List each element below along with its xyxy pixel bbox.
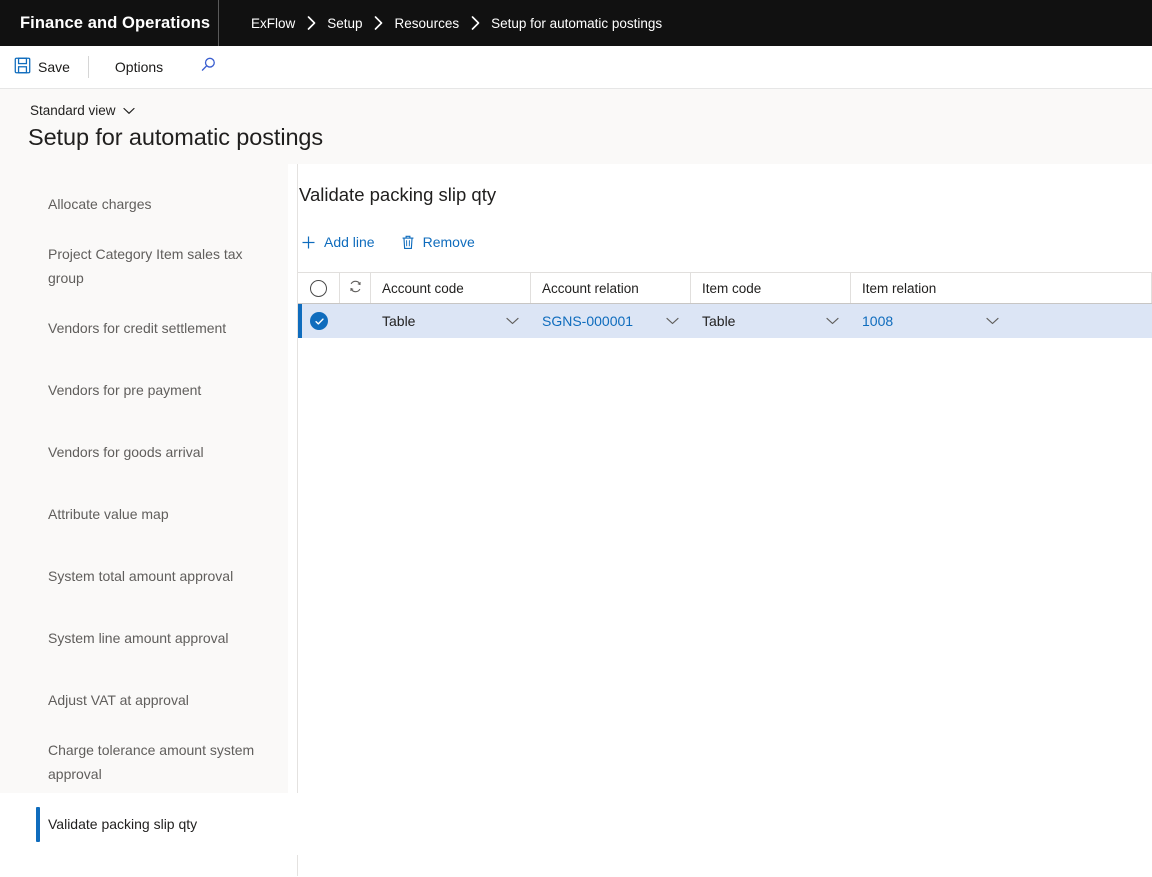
panel-title: Validate packing slip qty	[299, 184, 497, 205]
row-filler-cell	[1011, 304, 1152, 338]
sidebar-item-project-category-item-sales-tax-group[interactable]: Project Category Item sales tax group	[0, 235, 298, 297]
chevron-right-icon	[363, 16, 395, 30]
add-line-button[interactable]: Add line	[299, 230, 377, 254]
sidebar-item-label: Validate packing slip qty	[48, 815, 198, 832]
sidebar-item-label: Allocate charges	[48, 195, 152, 212]
cell-account-relation-value: SGNS-000001	[542, 313, 634, 329]
data-grid: Account code Account relation Item code …	[298, 272, 1152, 338]
select-all-circle-icon	[310, 279, 327, 297]
column-header-account-code[interactable]: Account code	[371, 273, 531, 303]
app-brand-title: Finance and Operations	[20, 14, 211, 32]
chevron-right-icon	[295, 16, 327, 30]
cell-item-code[interactable]: Table	[691, 304, 851, 338]
chevron-down-icon[interactable]	[666, 317, 679, 325]
sidebar-item-system-line-amount-approval[interactable]: System line amount approval	[0, 607, 298, 669]
grid-toolbar: Add line Remove	[299, 222, 1152, 262]
save-floppy-icon	[14, 57, 31, 77]
chevron-down-icon	[122, 103, 135, 118]
sidebar-item-label: Vendors for pre payment	[48, 381, 202, 398]
sidebar-item-label: Vendors for credit settlement	[48, 319, 227, 336]
sidebar-item-label: System line amount approval	[48, 629, 229, 646]
sidebar-item-adjust-vat-at-approval[interactable]: Adjust VAT at approval	[0, 669, 298, 731]
search-icon	[200, 56, 217, 78]
sidebar-list: Allocate charges Project Category Item s…	[0, 164, 298, 855]
page-title: Setup for automatic postings	[28, 124, 324, 150]
topbar-divider	[218, 0, 219, 46]
chevron-down-icon[interactable]	[826, 317, 839, 325]
grid-header-row: Account code Account relation Item code …	[298, 272, 1152, 304]
sidebar-item-validate-packing-slip-qty[interactable]: Validate packing slip qty	[0, 793, 298, 855]
options-button[interactable]: Options	[101, 46, 177, 89]
trash-icon	[401, 235, 415, 250]
search-button[interactable]	[191, 46, 225, 89]
plus-icon	[301, 235, 316, 250]
sidebar-item-label: Project Category Item sales tax group	[48, 245, 243, 286]
page-header: Standard view Setup for automatic postin…	[0, 89, 1152, 164]
sidebar-item-label: Vendors for goods arrival	[48, 443, 204, 460]
breadcrumb: ExFlow Setup Resources Setup for automat…	[218, 16, 662, 31]
sidebar-item-vendors-for-goods-arrival[interactable]: Vendors for goods arrival	[0, 421, 298, 483]
remove-label: Remove	[422, 234, 475, 250]
breadcrumb-item-resources[interactable]: Resources	[395, 16, 460, 31]
sidebar: Allocate charges Project Category Item s…	[0, 164, 298, 876]
sidebar-item-label: Attribute value map	[48, 505, 169, 522]
sidebar-item-label: Adjust VAT at approval	[48, 691, 189, 708]
select-all-header-cell[interactable]	[298, 273, 340, 303]
sidebar-item-charge-tolerance-amount-system-approval[interactable]: Charge tolerance amount system approval	[0, 731, 298, 793]
sidebar-item-system-total-amount-approval[interactable]: System total amount approval	[0, 545, 298, 607]
cell-item-relation[interactable]: 1008	[851, 304, 1011, 338]
command-bar: Save Options	[0, 46, 1152, 89]
cell-item-code-value: Table	[702, 313, 736, 329]
sidebar-item-vendors-for-credit-settlement[interactable]: Vendors for credit settlement	[0, 297, 298, 359]
cell-account-code[interactable]: Table	[371, 304, 531, 338]
sidebar-item-attribute-value-map[interactable]: Attribute value map	[0, 483, 298, 545]
cell-item-relation-value: 1008	[862, 313, 894, 329]
remove-button[interactable]: Remove	[399, 230, 477, 254]
cell-account-relation[interactable]: SGNS-000001	[531, 304, 691, 338]
column-header-item-relation[interactable]: Item relation	[851, 273, 1152, 303]
breadcrumb-item-exflow[interactable]: ExFlow	[251, 16, 295, 31]
chevron-right-icon	[459, 16, 491, 30]
column-header-account-relation[interactable]: Account relation	[531, 273, 691, 303]
row-refresh-cell	[340, 304, 371, 338]
chevron-down-icon[interactable]	[986, 317, 999, 325]
view-selector[interactable]: Standard view	[0, 103, 135, 118]
page-body: Allocate charges Project Category Item s…	[0, 164, 1152, 876]
checkmark-circle-icon	[310, 312, 328, 330]
chevron-down-icon[interactable]	[506, 317, 519, 325]
add-line-label: Add line	[324, 234, 375, 250]
view-selector-label: Standard view	[30, 103, 116, 118]
table-row[interactable]: Table SGNS-000001 Table 1008	[298, 304, 1152, 338]
sidebar-item-label: System total amount approval	[48, 567, 234, 584]
refresh-header-cell[interactable]	[340, 273, 371, 303]
sidebar-item-label: Charge tolerance amount system approval	[48, 741, 255, 782]
command-bar-divider	[87, 56, 89, 78]
breadcrumb-item-current[interactable]: Setup for automatic postings	[491, 16, 662, 31]
cell-account-code-value: Table	[382, 313, 416, 329]
sidebar-item-allocate-charges[interactable]: Allocate charges	[0, 173, 298, 235]
top-navigation-bar: Finance and Operations ExFlow Setup Reso…	[0, 0, 1152, 46]
breadcrumb-item-setup[interactable]: Setup	[327, 16, 362, 31]
sidebar-item-vendors-for-pre-payment[interactable]: Vendors for pre payment	[0, 359, 298, 421]
refresh-icon	[348, 279, 363, 297]
column-header-item-code[interactable]: Item code	[691, 273, 851, 303]
save-button[interactable]: Save	[14, 46, 80, 89]
save-button-label: Save	[38, 59, 70, 75]
main-panel: Validate packing slip qty Add line Remov…	[298, 164, 1152, 876]
row-select-cell[interactable]	[298, 304, 340, 338]
